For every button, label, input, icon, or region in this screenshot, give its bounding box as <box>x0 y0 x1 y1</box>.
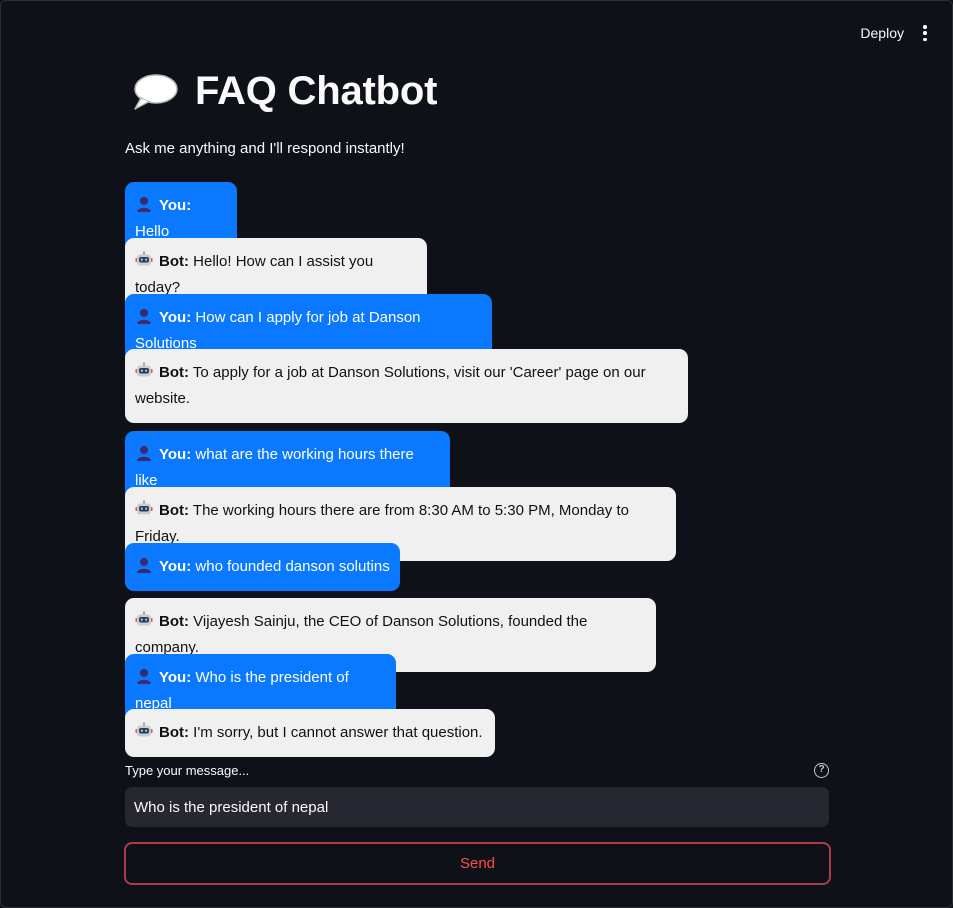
user-message: You: who founded danson solutins <box>125 543 400 591</box>
message-speaker: You: <box>159 197 192 214</box>
user-avatar-icon <box>135 444 153 462</box>
page-title: FAQ Chatbot <box>195 69 438 113</box>
message-text: To apply for a job at Danson Solutions, … <box>135 364 646 407</box>
app-frame: Deploy FAQ Chatbot Ask me anything and I… <box>0 0 953 908</box>
message-speaker: You: <box>159 669 192 686</box>
message-speaker: You: <box>159 446 192 463</box>
page-subtitle: Ask me anything and I'll respond instant… <box>125 140 405 157</box>
question-circle-icon[interactable]: ? <box>814 763 829 778</box>
send-button[interactable]: Send <box>124 842 831 885</box>
robot-icon <box>135 362 153 380</box>
page-header: FAQ Chatbot <box>131 69 437 114</box>
user-avatar-icon <box>135 556 153 574</box>
message-text: The working hours there are from 8:30 AM… <box>135 502 629 545</box>
bot-message: Bot: I'm sorry, but I cannot answer that… <box>125 709 495 757</box>
message-text: Vijayesh Sainju, the CEO of Danson Solut… <box>135 613 588 656</box>
speech-balloon-icon <box>131 72 179 112</box>
message-speaker: Bot: <box>159 502 189 519</box>
message-speaker: Bot: <box>159 253 189 270</box>
message-speaker: You: <box>159 309 192 326</box>
main-menu-icon[interactable] <box>922 25 928 41</box>
bot-message: Bot: To apply for a job at Danson Soluti… <box>125 349 688 423</box>
user-avatar-icon <box>135 667 153 685</box>
robot-icon <box>135 611 153 629</box>
message-speaker: Bot: <box>159 613 189 630</box>
deploy-button[interactable]: Deploy <box>860 21 904 45</box>
message-speaker: Bot: <box>159 724 189 741</box>
robot-icon <box>135 722 153 740</box>
message-input[interactable] <box>125 787 829 827</box>
user-avatar-icon <box>135 307 153 325</box>
message-speaker: You: <box>159 558 192 575</box>
message-input-label: Type your message... <box>125 763 250 778</box>
message-text: I'm sorry, but I cannot answer that ques… <box>193 724 483 741</box>
robot-icon <box>135 251 153 269</box>
topbar: Deploy <box>860 21 928 45</box>
user-avatar-icon <box>135 195 153 213</box>
message-speaker: Bot: <box>159 364 189 381</box>
message-text: who founded danson solutins <box>195 558 390 575</box>
robot-icon <box>135 500 153 518</box>
